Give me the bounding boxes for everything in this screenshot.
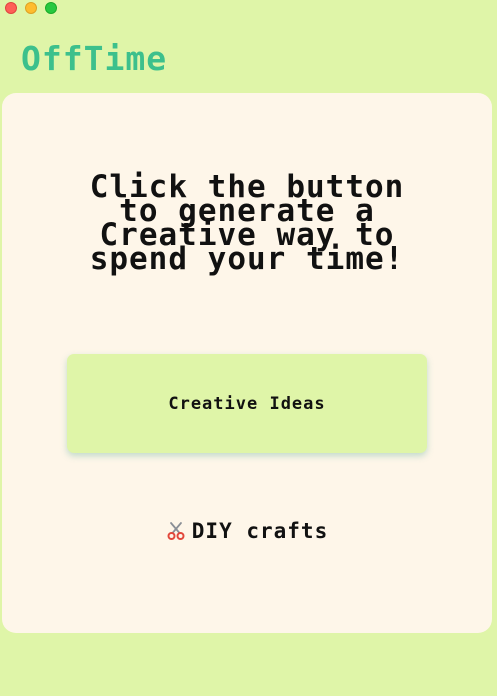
scissors-icon [166, 521, 186, 541]
maximize-icon[interactable] [45, 2, 57, 14]
idea-text: DIY crafts [191, 519, 329, 543]
generated-idea: DIY crafts [2, 517, 492, 544]
app-title: OffTime [21, 39, 168, 78]
prompt-line: spend your time! [89, 241, 405, 277]
minimize-icon[interactable] [25, 2, 37, 14]
window-titlebar [0, 0, 497, 18]
close-icon[interactable] [5, 2, 17, 14]
creative-ideas-button[interactable]: Creative Ideas [67, 354, 427, 453]
main-card: Click the button to generate a Creative … [2, 93, 492, 633]
prompt-heading: Click the button to generate a Creative … [2, 172, 492, 277]
